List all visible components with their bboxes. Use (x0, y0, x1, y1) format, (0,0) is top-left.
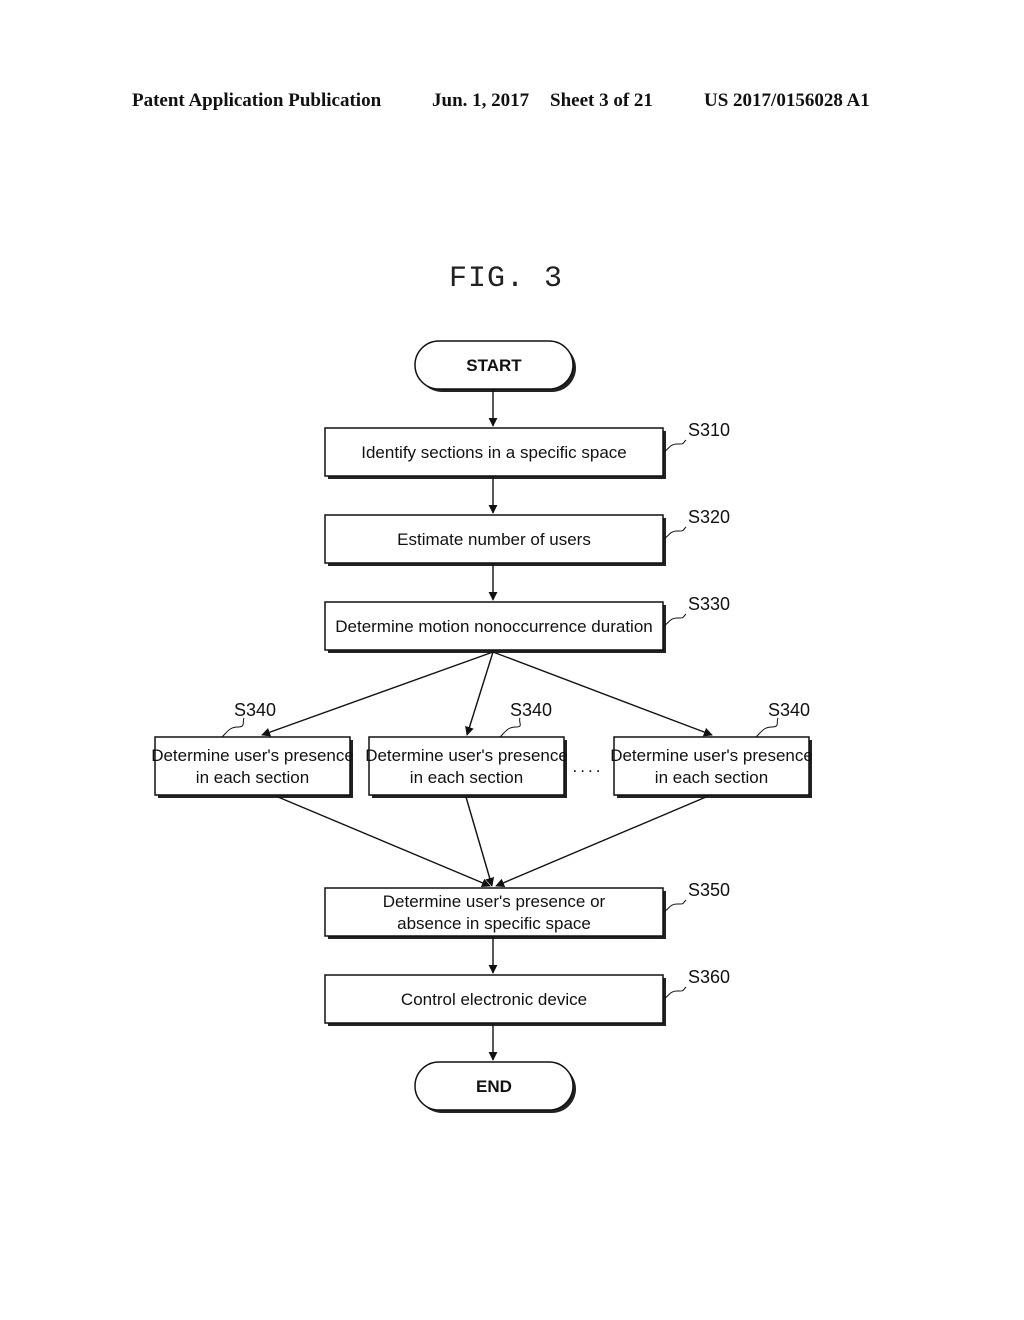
step-box-s330-text: Determine motion nonoccurrence duration (335, 617, 653, 636)
step-label-s320: S320 (688, 507, 730, 527)
step-box-s310-text: Identify sections in a specific space (361, 443, 627, 462)
step-box-s340-2-text: Determine user's presence (365, 746, 568, 765)
step-label-s350: S350 (688, 880, 730, 900)
arrow-s340-middle-s350 (465, 796, 495, 887)
arrow-s330-s340-middle (465, 651, 494, 736)
step-label-s340-1: S340 (234, 700, 276, 720)
step-label-s330-leader (662, 613, 687, 627)
step-box-s340-1-text: in each section (196, 768, 309, 787)
arrow-s330-s340-left (261, 651, 494, 737)
end-terminal-text: END (476, 1077, 512, 1096)
step-label-s340-3: S340 (768, 700, 810, 720)
step-label-s360: S360 (688, 967, 730, 987)
step-box-s340-3-text: in each section (655, 768, 768, 787)
step-label-s340-2-leader (499, 717, 521, 738)
arrow-s340-left-s350 (277, 796, 491, 888)
step-label-s350-leader (662, 899, 687, 913)
step-label-s340-1-leader (221, 717, 245, 738)
step-label-s360-leader (662, 986, 687, 1000)
step-label-s340-3-leader (755, 717, 779, 738)
step-label-s310: S310 (688, 420, 730, 440)
arrow-s330-s340-right (492, 651, 713, 737)
arrow-s340-right-s350 (495, 796, 707, 887)
start-terminal-text: START (466, 356, 522, 375)
step-label-s330: S330 (688, 594, 730, 614)
step-box-s340-3-text: Determine user's presence (610, 746, 813, 765)
step-label-s340-2: S340 (510, 700, 552, 720)
ellipsis: .... (573, 757, 604, 776)
step-box-s340-1-text: Determine user's presence (151, 746, 354, 765)
step-box-s340-2-text: in each section (410, 768, 523, 787)
step-box-s320-text: Estimate number of users (397, 530, 591, 549)
flowchart: START Identify sections in a specific spa… (151, 340, 813, 1113)
step-label-s320-leader (662, 526, 687, 540)
step-box-s350-text: Determine user's presence or (383, 892, 606, 911)
step-label-s310-leader (662, 439, 687, 453)
step-box-s350-text: absence in specific space (397, 914, 591, 933)
step-box-s360-text: Control electronic device (401, 990, 587, 1009)
